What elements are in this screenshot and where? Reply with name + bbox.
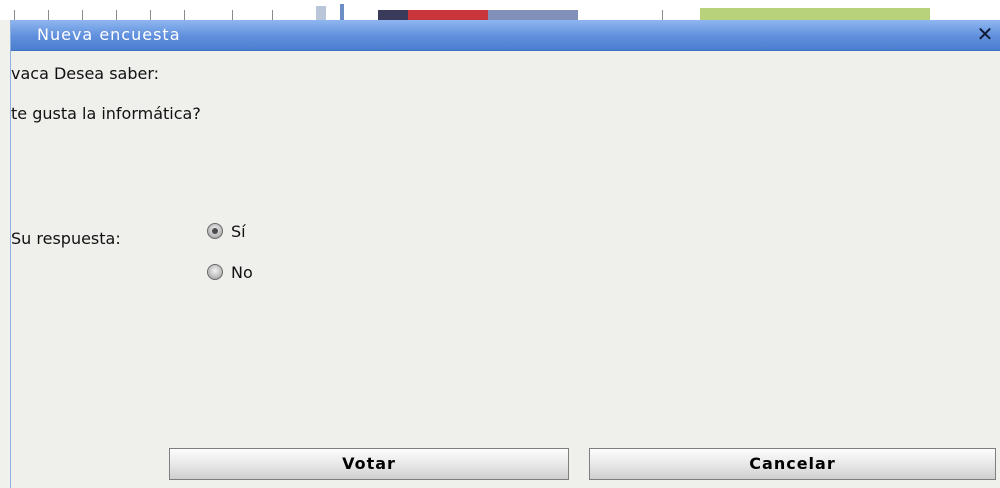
background-page-strip: [0, 0, 1000, 20]
background-block: [316, 6, 326, 20]
background-tick: [82, 10, 83, 20]
background-tick: [14, 10, 15, 20]
background-image: [408, 10, 488, 20]
background-image: [700, 8, 930, 20]
radio-label-si: Sí: [231, 221, 246, 241]
background-block: [340, 4, 344, 20]
background-tick: [184, 10, 185, 20]
background-tick: [232, 10, 233, 20]
page: Nueva encuesta ✕ vaca Desea saber: te gu…: [0, 0, 1000, 488]
background-tick: [116, 10, 117, 20]
background-tick: [662, 10, 663, 20]
poll-intro: vaca Desea saber:: [11, 64, 160, 83]
background-tick: [48, 10, 49, 20]
dialog-title: Nueva encuesta: [37, 25, 181, 44]
background-tick: [272, 10, 273, 20]
close-icon[interactable]: ✕: [975, 24, 995, 44]
radio-label-no: No: [231, 262, 253, 282]
radio-option-si[interactable]: Sí: [207, 220, 246, 242]
background-tick: [150, 10, 151, 20]
cancel-button[interactable]: Cancelar: [589, 448, 996, 480]
background-image: [488, 10, 578, 20]
poll-question: te gusta la informática?: [11, 104, 201, 123]
background-image: [378, 10, 408, 20]
vote-button[interactable]: Votar: [169, 448, 569, 480]
dialog-titlebar[interactable]: Nueva encuesta ✕: [11, 20, 1000, 51]
radio-button-checked[interactable]: [207, 223, 223, 239]
answer-label: Su respuesta:: [11, 229, 121, 248]
radio-option-no[interactable]: No: [207, 261, 253, 283]
poll-dialog: Nueva encuesta ✕ vaca Desea saber: te gu…: [10, 20, 1000, 488]
radio-button[interactable]: [207, 264, 223, 280]
